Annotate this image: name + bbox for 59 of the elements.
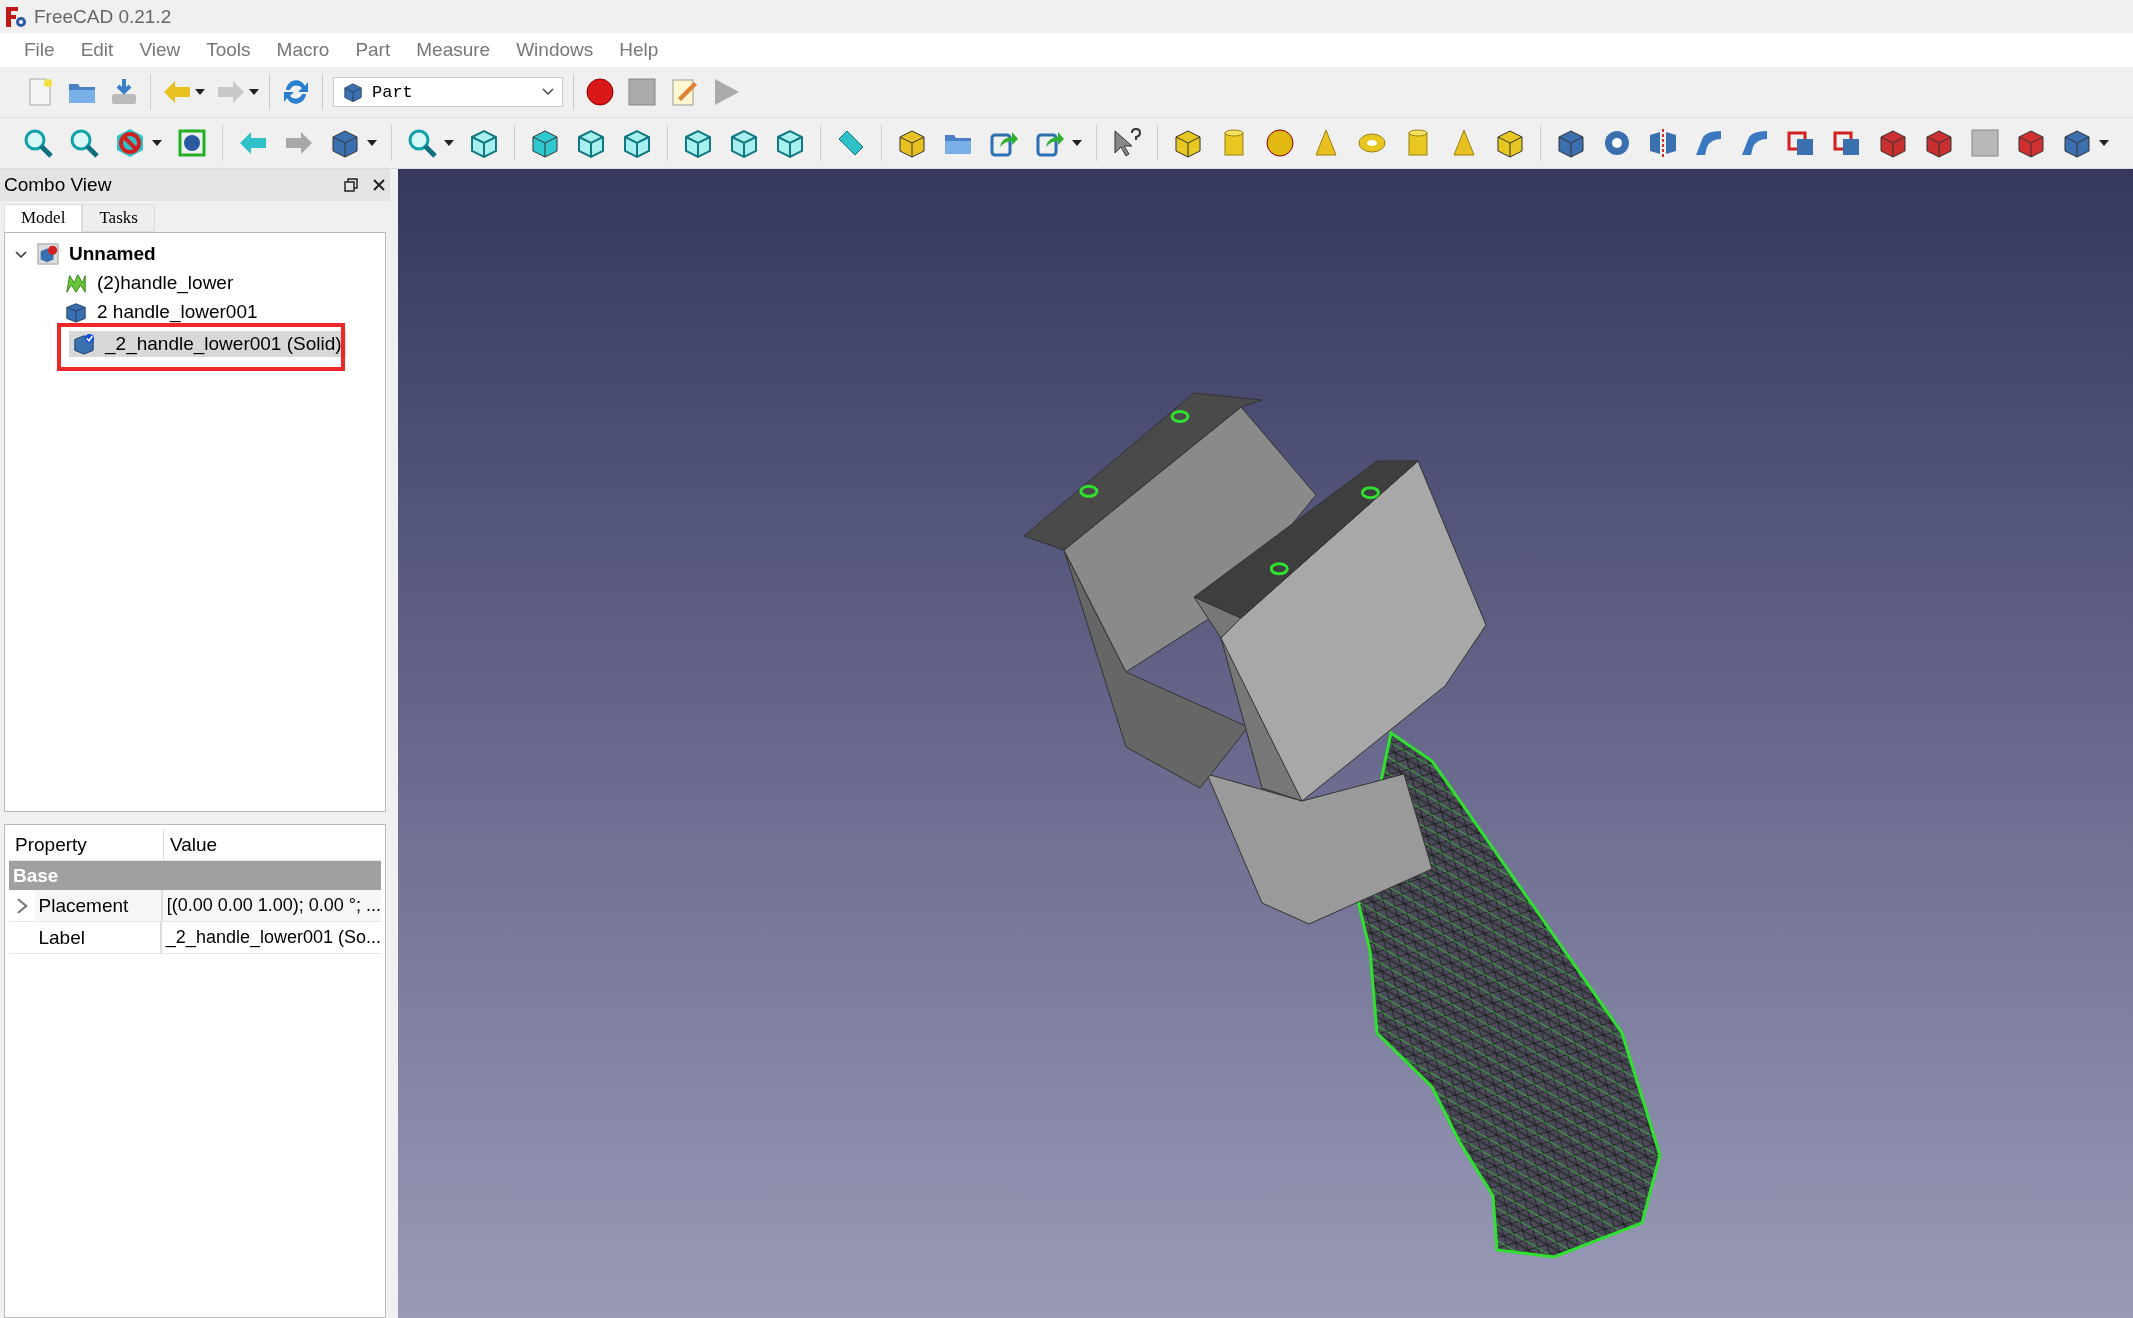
tab[interactable]: Tasks [82, 204, 155, 232]
tab[interactable]: Model [4, 204, 83, 232]
menu-item[interactable]: Windows [504, 37, 606, 63]
app-logo-icon [4, 4, 28, 29]
property-group: Base [9, 861, 381, 890]
left-view-icon[interactable] [774, 127, 806, 159]
menu-item[interactable]: Edit [68, 37, 126, 63]
menu-item[interactable]: Help [607, 37, 671, 63]
menu-item[interactable]: Part [343, 37, 403, 63]
document-icon [37, 243, 59, 265]
top-view-icon[interactable] [575, 127, 607, 159]
dropdown-caret-icon[interactable] [195, 89, 205, 95]
right-view-icon[interactable] [621, 127, 653, 159]
dropdown-caret-icon[interactable] [152, 140, 162, 146]
dropdown-caret-icon[interactable] [2099, 140, 2109, 146]
checked-cube-icon [73, 332, 95, 355]
bounding-box-icon[interactable] [176, 127, 208, 159]
fit-selection-icon[interactable] [68, 127, 100, 159]
close-icon[interactable] [372, 178, 386, 192]
bottom-view-icon[interactable] [728, 127, 760, 159]
column-header[interactable]: Value [164, 829, 218, 860]
record-icon[interactable] [584, 76, 616, 108]
column-header[interactable]: Property [9, 829, 164, 860]
chevron-down-icon[interactable] [15, 248, 27, 260]
window-title: FreeCAD 0.21.2 [34, 5, 172, 28]
table-cell[interactable]: [(0.00 0.00 1.00); 0.00 °; ... [162, 890, 381, 921]
menu-item[interactable]: View [127, 37, 193, 63]
chevron-right-icon[interactable] [14, 898, 29, 913]
panel-title: Combo View [4, 174, 112, 196]
dropdown-caret-icon[interactable] [1072, 140, 1082, 146]
zoom-icon[interactable] [406, 127, 438, 159]
workbench-dropdown[interactable]: Part [333, 77, 563, 107]
mesh-icon [65, 272, 87, 294]
whats-this-icon[interactable] [1111, 127, 1143, 159]
menu-item[interactable]: Measure [404, 37, 503, 63]
undock-icon[interactable] [344, 178, 358, 192]
dropdown-caret-icon[interactable] [249, 89, 259, 95]
tree-item[interactable]: Unnamed [69, 243, 156, 265]
tree-item[interactable]: 2 handle_lower001 [61, 299, 262, 325]
chevron-down-icon [542, 88, 554, 96]
cube-icon [342, 81, 364, 103]
tree-item[interactable]: _2_handle_lower001 (Solid) [69, 330, 346, 357]
menu-item[interactable]: Tools [194, 37, 263, 63]
cube-icon [65, 301, 87, 323]
fit-all-icon[interactable] [22, 127, 54, 159]
table-cell: Placement [34, 890, 163, 921]
menu-item[interactable]: File [12, 37, 67, 63]
table-cell: Label [34, 922, 162, 953]
sphere-icon[interactable] [1264, 127, 1296, 159]
rear-view-icon[interactable] [682, 127, 714, 159]
dropdown-caret-icon[interactable] [444, 140, 454, 146]
dropdown-caret-icon[interactable] [367, 140, 377, 146]
menu-item[interactable]: Macro [264, 37, 342, 63]
no-sign-icon[interactable] [114, 127, 146, 159]
table-cell[interactable]: _2_handle_lower001 (So... [161, 922, 381, 953]
isometric-cube-icon[interactable] [468, 127, 500, 159]
stop-icon[interactable] [626, 76, 658, 108]
tree-item[interactable]: (2)handle_lower [61, 270, 238, 296]
3d-viewport[interactable] [398, 169, 2133, 1318]
